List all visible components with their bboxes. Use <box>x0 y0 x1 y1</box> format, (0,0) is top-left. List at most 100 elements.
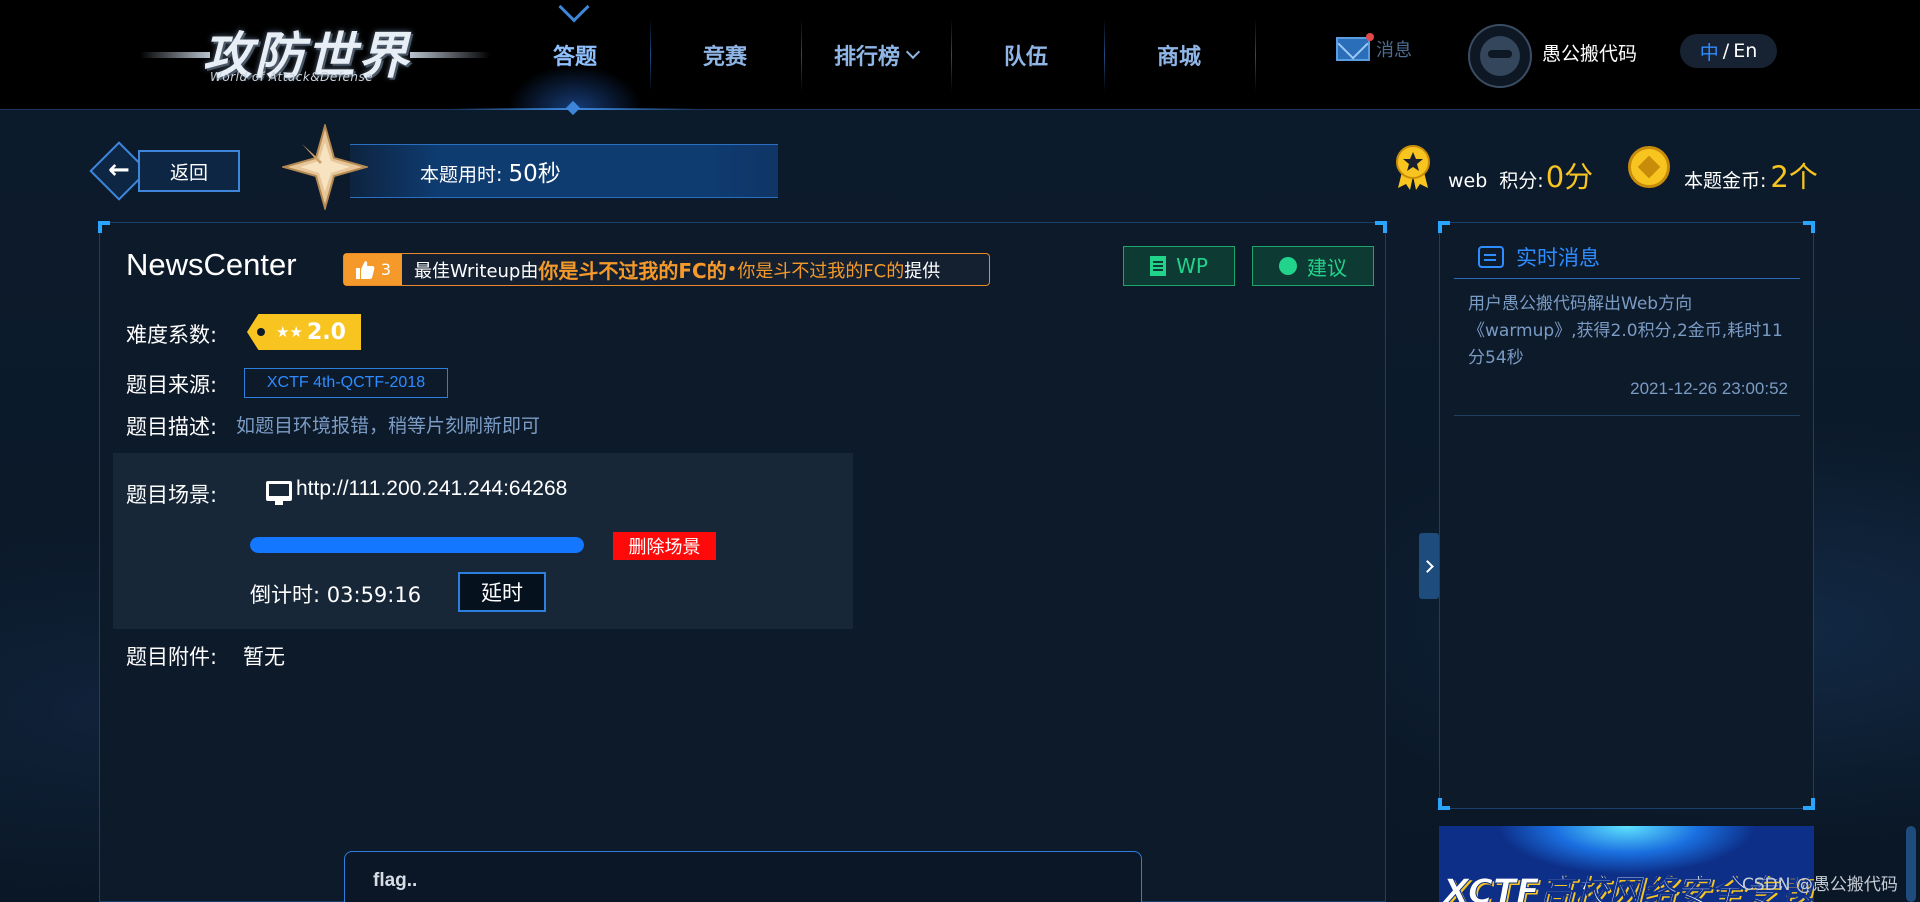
countdown-label: 倒计时: <box>250 583 321 607</box>
like-badge[interactable]: 3 <box>344 254 402 285</box>
chat-icon <box>1478 245 1504 268</box>
back-label-box: 返回 <box>138 150 240 192</box>
delete-scene-button[interactable]: 删除场景 <box>613 532 716 560</box>
desc-label: 题目描述: <box>126 415 218 439</box>
time-used: 本题用时: 50秒 <box>420 154 561 188</box>
logo-wing-right <box>410 52 490 58</box>
logo-subtitle: World of Attack&Defense <box>210 70 374 84</box>
arrow-left-icon: ← <box>108 155 130 185</box>
nav-item-label: 竞赛 <box>702 45 747 70</box>
wp-label: WP <box>1176 254 1208 278</box>
logo-wing-left <box>140 52 210 58</box>
nav-divider <box>1255 18 1256 92</box>
desc-value: 如题目环境报错，稍等片刻刷新即可 <box>236 415 541 437</box>
extend-button[interactable]: 延时 <box>458 572 546 612</box>
scene-url-link[interactable]: http://111.200.241.244:64268 <box>296 477 567 501</box>
coin-display: 本题金币: 2个 <box>1684 154 1818 196</box>
task-panel: NewsCenter 3 最佳Writeup由 你是斗不过我的FC的 • 你是斗… <box>98 221 1387 902</box>
live-feed-panel: 实时消息 用户愚公搬代码解出Web方向《warmup》,获得2.0积分,2金币,… <box>1438 221 1815 810</box>
ninja-avatar-icon <box>1480 36 1520 76</box>
lang-zh-option[interactable]: 中 <box>1700 38 1719 65</box>
source-label: 题目来源: <box>126 373 218 397</box>
panel-corner <box>98 221 110 233</box>
lightbulb-icon <box>1279 257 1297 275</box>
document-icon <box>1150 256 1167 276</box>
timer-bar <box>350 144 778 198</box>
writeup-team[interactable]: 你是斗不过我的FC的 <box>737 257 904 283</box>
delete-scene-label: 删除场景 <box>628 537 701 558</box>
task-title: NewsCenter <box>126 247 297 282</box>
difficulty-value: 2.0 <box>306 319 346 345</box>
panel-corner <box>1438 221 1450 233</box>
nav-item-answer[interactable]: 答题 <box>500 0 650 110</box>
scene-progress-bar <box>250 537 584 553</box>
avatar[interactable] <box>1468 24 1532 88</box>
compass-star-icon <box>282 124 368 210</box>
thumbs-up-icon <box>355 260 375 279</box>
writeup-suffix: 提供 <box>904 260 941 282</box>
medal-icon <box>1396 145 1430 190</box>
writeup-author[interactable]: 你是斗不过我的FC的 <box>538 255 726 284</box>
nav-item-competition[interactable]: 竞赛 <box>650 0 800 110</box>
chevron-down-icon <box>905 44 921 60</box>
score-label: 积分: <box>1499 170 1544 192</box>
panel-corner <box>1803 221 1815 233</box>
scene-progress-fill <box>250 537 584 553</box>
suggest-button[interactable]: 建议 <box>1252 246 1374 286</box>
star-icon: ★★ <box>276 323 303 341</box>
like-count: 3 <box>380 260 392 279</box>
unread-dot <box>1366 33 1374 41</box>
feed-message: 用户愚公搬代码解出Web方向《warmup》,获得2.0积分,2金币,耗时11分… <box>1468 294 1783 368</box>
flag-input[interactable] <box>344 851 1142 902</box>
suggest-label: 建议 <box>1307 255 1347 280</box>
username[interactable]: 愚公搬代码 <box>1542 39 1637 66</box>
panel-corner <box>1375 221 1387 233</box>
difficulty-label: 难度系数: <box>126 323 218 347</box>
time-used-value: 50秒 <box>508 161 561 187</box>
scene-label: 题目场景: <box>126 483 218 507</box>
writeup-dot: • <box>726 259 738 280</box>
attach-label: 题目附件: <box>126 645 218 669</box>
panel-corner <box>1438 798 1450 810</box>
back-button[interactable]: ← 返回 <box>89 141 243 201</box>
time-used-label: 本题用时: <box>420 164 503 186</box>
nav-item-shop[interactable]: 商城 <box>1104 0 1254 110</box>
mail-icon <box>1336 33 1374 61</box>
site-logo[interactable]: 攻防世界 World of Attack&Defense <box>140 12 490 96</box>
lang-en-option[interactable]: En <box>1733 40 1757 62</box>
chevron-right-icon <box>1421 559 1434 573</box>
lang-separator: / <box>1722 40 1730 62</box>
nav-item-label: 答题 <box>552 45 597 70</box>
nav-item-label: 商城 <box>1156 45 1201 70</box>
scene-box: 题目场景: http://111.200.241.244:64268 删除场景 … <box>113 453 853 629</box>
countdown: 倒计时: 03:59:16 <box>250 579 421 609</box>
nav-item-leaderboard[interactable]: 排行榜 <box>801 0 951 110</box>
live-feed-title: 实时消息 <box>1516 245 1600 270</box>
tag-hole <box>257 328 265 336</box>
coin-value: 2个 <box>1770 160 1818 194</box>
live-feed-header: 实时消息 <box>1454 235 1800 279</box>
messages-link[interactable]: 消息 <box>1336 33 1412 62</box>
writeup-prefix: 最佳Writeup由 <box>414 260 539 282</box>
coin-label: 本题金币: <box>1684 170 1767 192</box>
coin-icon <box>1628 146 1670 188</box>
score-display: web 积分: 0分 <box>1448 154 1593 196</box>
wp-button[interactable]: WP <box>1123 246 1235 286</box>
score-value: 0分 <box>1545 160 1594 194</box>
attach-value: 暂无 <box>243 645 285 669</box>
monitor-icon <box>266 481 292 505</box>
best-writeup-banner[interactable]: 3 最佳Writeup由 你是斗不过我的FC的 • 你是斗不过我的FC的 提供 <box>343 253 990 286</box>
page-scrollbar[interactable] <box>1906 826 1916 902</box>
source-value: XCTF 4th-QCTF-2018 <box>266 374 426 391</box>
language-switch[interactable]: 中 / En <box>1680 34 1777 68</box>
nav-item-label: 排行榜 <box>833 45 900 70</box>
extend-label: 延时 <box>481 581 523 605</box>
feed-divider <box>1454 415 1800 416</box>
messages-label: 消息 <box>1376 40 1412 61</box>
watermark: CSDN @愚公搬代码 <box>1742 875 1898 895</box>
collapse-panel-button[interactable] <box>1419 533 1439 599</box>
top-navbar: 攻防世界 World of Attack&Defense 答题 竞赛 排行榜 队… <box>0 0 1920 116</box>
feed-timestamp: 2021-12-26 23:00:52 <box>1630 379 1788 398</box>
nav-item-team[interactable]: 队伍 <box>951 0 1101 110</box>
category-label: web <box>1448 170 1488 192</box>
